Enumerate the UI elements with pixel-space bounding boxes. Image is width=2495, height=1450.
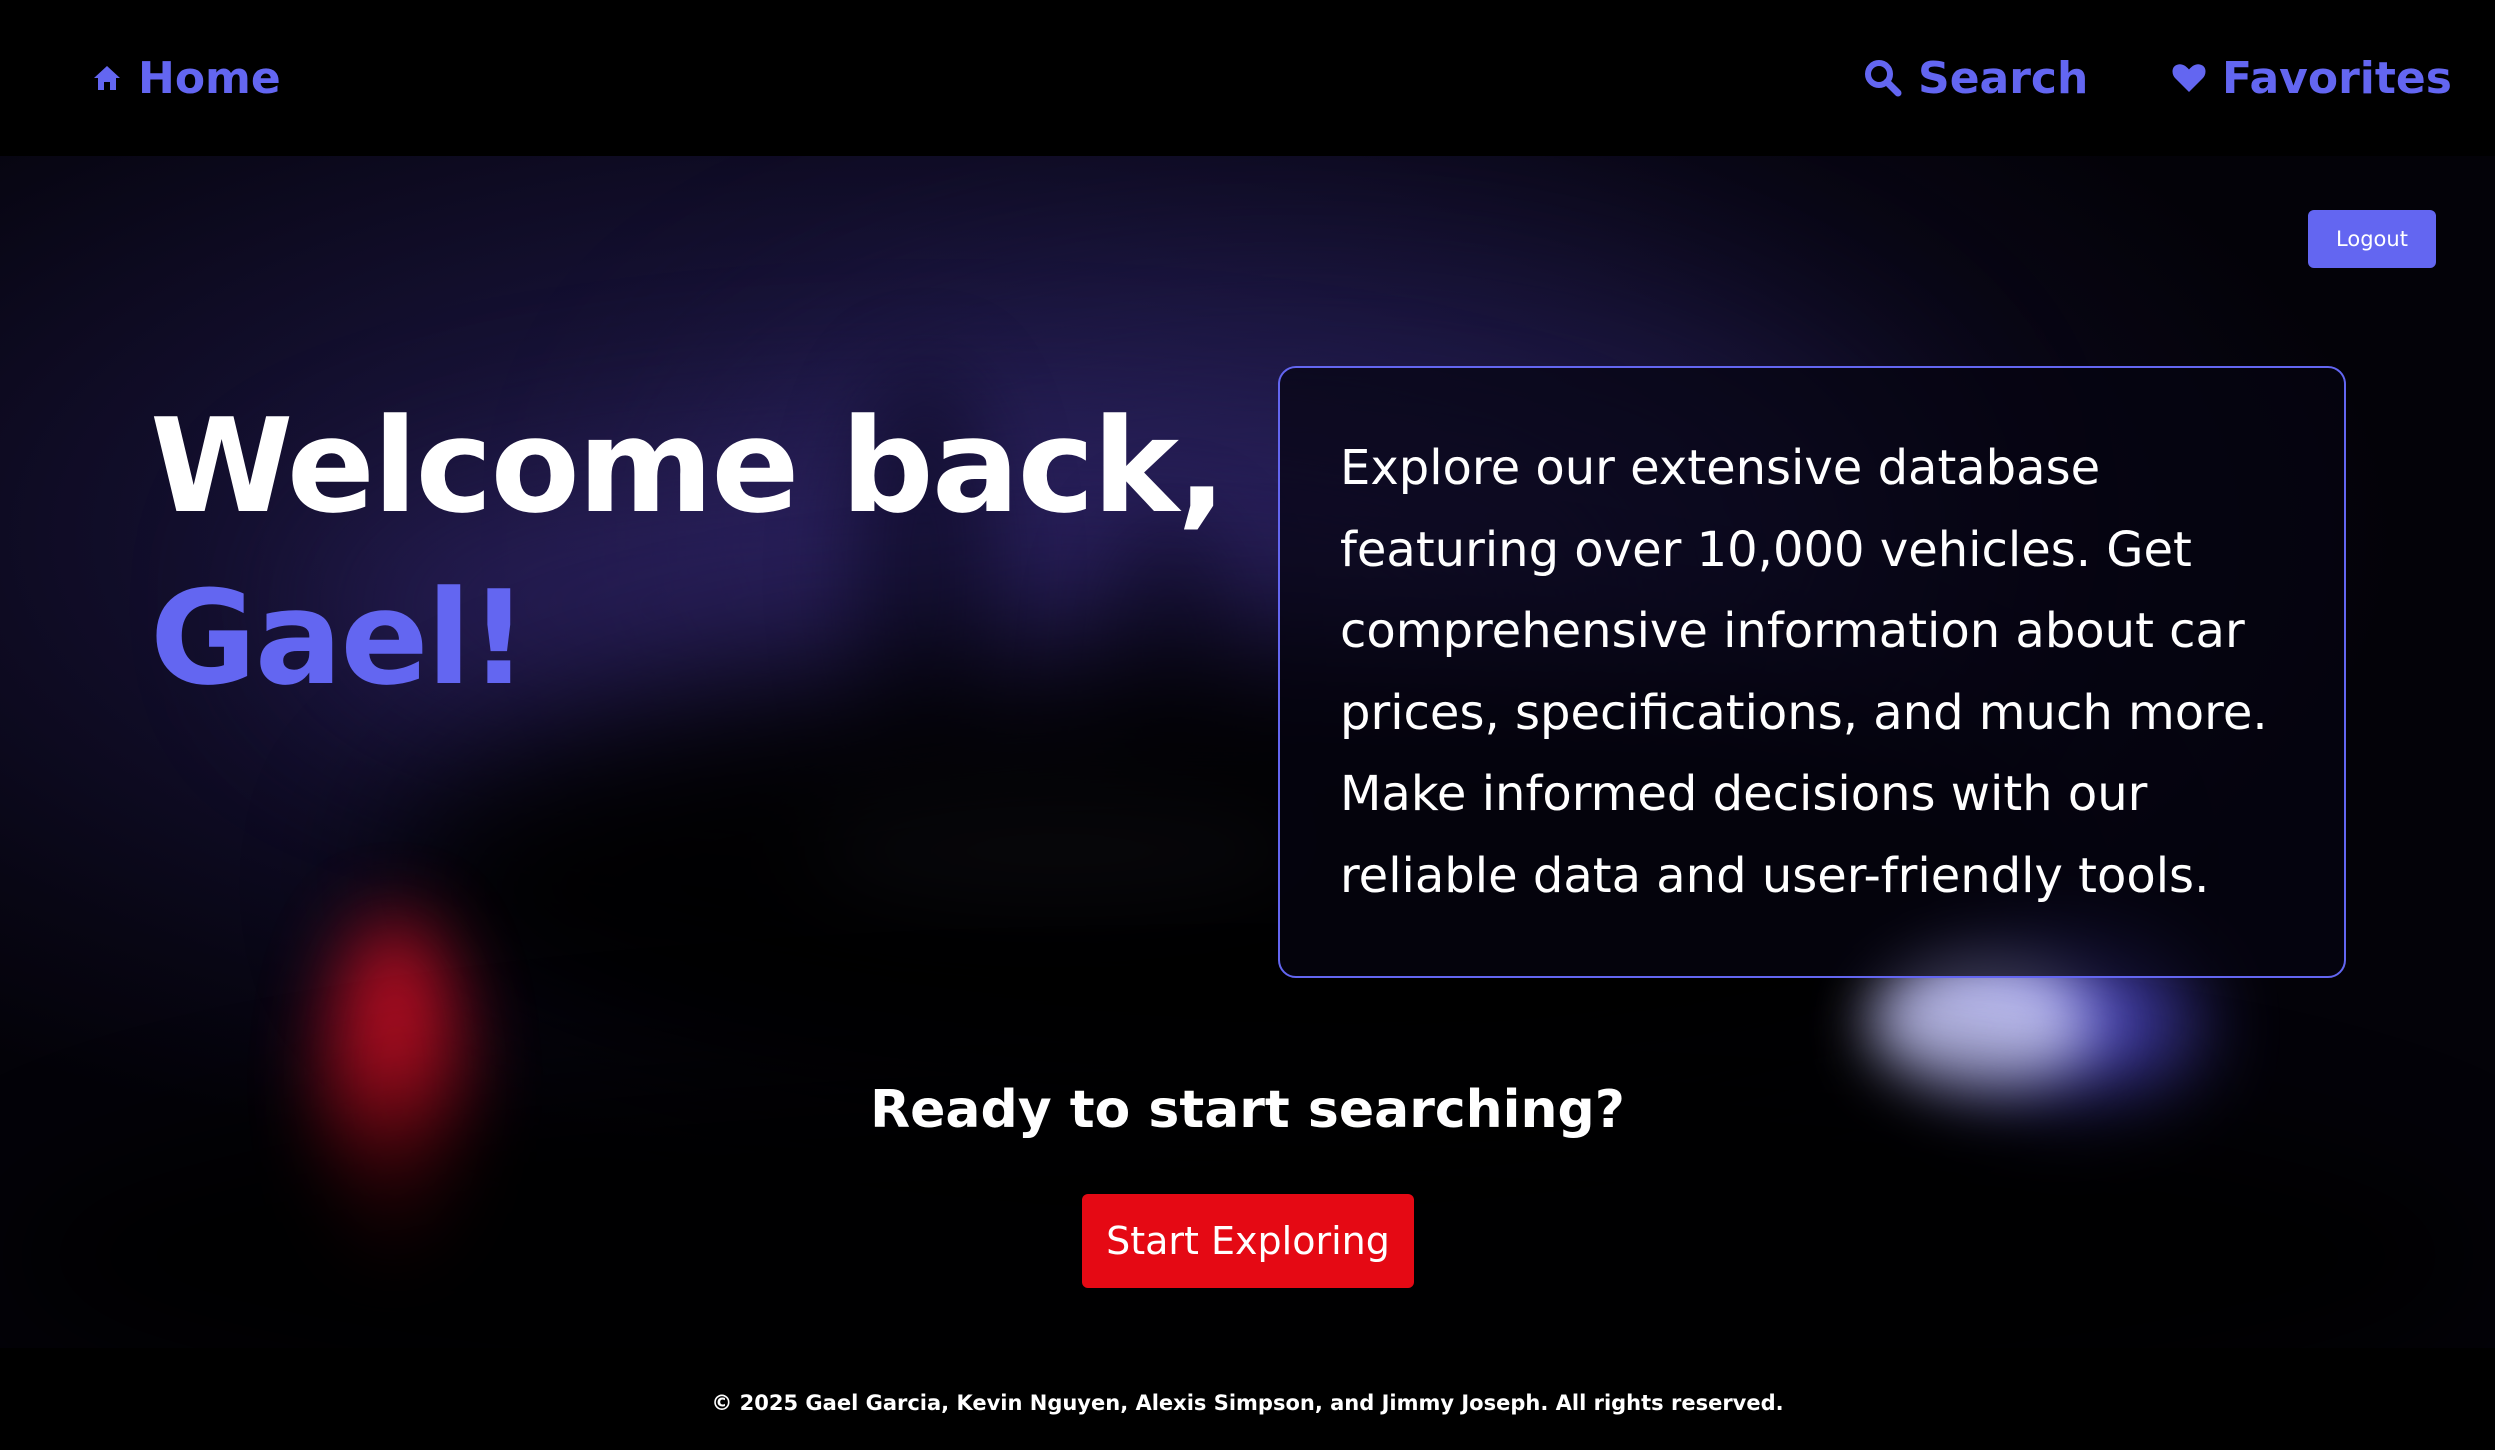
footer: © 2025 Gael Garcia, Kevin Nguyen, Alexis… (0, 1348, 2495, 1450)
nav-home-label: Home (138, 52, 281, 104)
info-description: Explore our extensive database featuring… (1340, 440, 2268, 904)
nav-home-link[interactable]: Home (92, 48, 281, 108)
top-navigation: Home Search Favorites (0, 0, 2495, 156)
footer-copyright: © 2025 Gael Garcia, Kevin Nguyen, Alexis… (711, 1391, 1784, 1415)
info-card: Explore our extensive database featuring… (1278, 366, 2346, 978)
page: Home Search Favorites Logout Welcome bac… (0, 0, 2495, 1450)
nav-favorites-label: Favorites (2222, 52, 2452, 104)
cta-heading: Ready to start searching? (870, 1080, 1625, 1140)
nav-search-label: Search (1918, 52, 2089, 104)
start-exploring-button[interactable]: Start Exploring (1082, 1194, 1414, 1288)
search-icon (1864, 59, 1902, 97)
welcome-heading: Welcome back, Gael! (150, 380, 1226, 724)
logout-button[interactable]: Logout (2308, 210, 2436, 268)
nav-favorites-link[interactable]: Favorites (2172, 48, 2452, 108)
user-name: Gael! (150, 562, 528, 714)
nav-search-link[interactable]: Search (1864, 48, 2088, 108)
welcome-text: Welcome back, (150, 390, 1226, 542)
heart-icon (2172, 63, 2206, 93)
home-icon (92, 64, 122, 92)
